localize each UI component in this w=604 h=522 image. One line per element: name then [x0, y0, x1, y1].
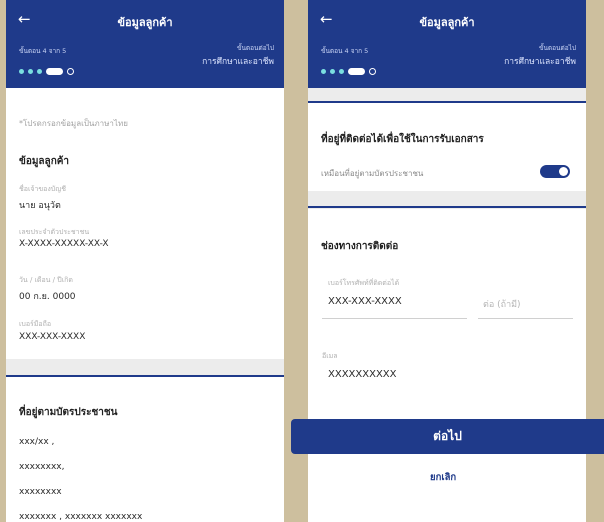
progress-current [46, 68, 63, 75]
section-title-contact-address: ที่อยู่ที่ติดต่อได้เพื่อใช้ในการรับเอกสา… [321, 134, 484, 145]
same-as-id-address-label: เหมือนที่อยู่ตามบัตรประชาชน [321, 169, 424, 178]
thai-only-note: *โปรดกรอกข้อมูลเป็นภาษาไทย [19, 119, 128, 128]
next-step-value: การศึกษาและอาชีพ [202, 57, 274, 67]
field-value-account-name: นาย อนุวัต [19, 201, 61, 211]
next-step-label: ขั้นตอนต่อไป [237, 44, 274, 52]
section-title-customer: ข้อมูลลูกค้า [19, 156, 70, 167]
step-indicator: ขั้นตอน 4 จาก 5 [321, 47, 369, 55]
progress-dot [321, 69, 326, 74]
next-step-value: การศึกษาและอาชีพ [504, 57, 576, 67]
next-button[interactable]: ต่อไป [291, 419, 604, 454]
progress-dot [330, 69, 335, 74]
header-bar: ← ข้อมูลลูกค้า ขั้นตอน 4 จาก 5 ขั้นตอนต่… [308, 0, 586, 88]
field-label-id-number: เลขประจำตัวประชาชน [19, 228, 90, 236]
progress-dot [28, 69, 33, 74]
page-title: ข้อมูลลูกค้า [117, 16, 173, 29]
cancel-button[interactable]: ยกเลิก [430, 470, 456, 485]
extension-input-underline [478, 318, 573, 319]
toggle-knob [559, 167, 568, 176]
section-divider [308, 206, 586, 208]
progress-current [348, 68, 365, 75]
phone-field-label: เบอร์โทรศัพท์ที่ติดต่อได้ [328, 279, 400, 287]
progress-pending [369, 68, 376, 75]
page-title: ข้อมูลลูกค้า [419, 16, 475, 29]
address-line: xxx/xx , [19, 437, 55, 447]
section-title-contact: ช่องทางการติดต่อ [321, 241, 399, 252]
section-divider [308, 101, 586, 103]
extension-input[interactable]: ต่อ (ถ้ามี) [483, 297, 521, 311]
phone-input[interactable]: XXX-XXX-XXXX [328, 296, 402, 307]
next-step-label: ขั้นตอนต่อไป [539, 44, 576, 52]
progress-dot [19, 69, 24, 74]
same-address-toggle[interactable] [540, 165, 570, 178]
field-label-account-name: ชื่อเจ้าของบัญชี [19, 185, 66, 193]
progress-pending [67, 68, 74, 75]
progress-dot [37, 69, 42, 74]
address-line: xxxxxxxx, [19, 462, 65, 472]
section-separator [308, 88, 586, 102]
phone-input-underline [322, 318, 467, 319]
field-label-birthdate: วัน / เดือน / ปีเกิด [19, 276, 73, 284]
field-value-id-number: X-XXXX-XXXXX-XX-X [19, 239, 109, 249]
field-value-birthdate: 00 ก.ย. 0000 [19, 292, 76, 302]
section-divider [6, 375, 284, 377]
left-phone-screen: ← ข้อมูลลูกค้า ขั้นตอน 4 จาก 5 ขั้นตอนต่… [6, 0, 284, 522]
step-indicator: ขั้นตอน 4 จาก 5 [19, 47, 67, 55]
field-label-mobile: เบอร์มือถือ [19, 320, 52, 328]
progress-dot [339, 69, 344, 74]
email-input[interactable]: XXXXXXXXXX [328, 369, 397, 380]
email-field-label: อีเมล [322, 352, 338, 360]
address-line: xxxxxxx , xxxxxxx xxxxxxx [19, 512, 143, 522]
header-bar: ← ข้อมูลลูกค้า ขั้นตอน 4 จาก 5 ขั้นตอนต่… [6, 0, 284, 88]
section-title-id-address: ที่อยู่ตามบัตรประชาชน [19, 407, 118, 418]
field-value-mobile: XXX-XXX-XXXX [19, 332, 86, 342]
address-line: xxxxxxxx [19, 487, 62, 497]
